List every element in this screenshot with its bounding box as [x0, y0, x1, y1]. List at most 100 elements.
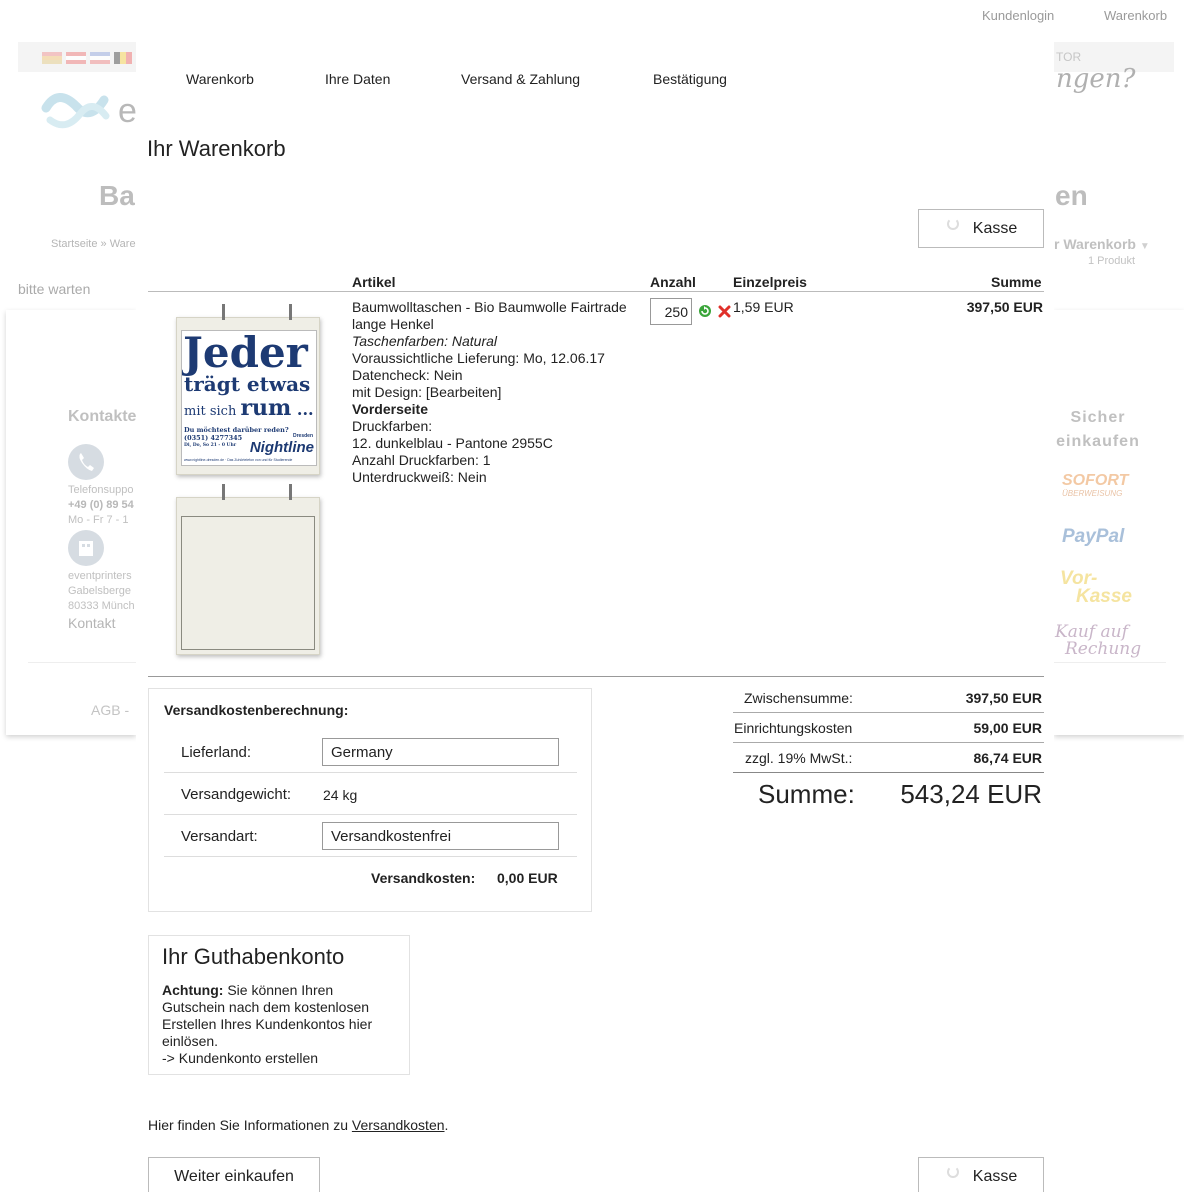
- company-city: 80333 Münch: [68, 600, 135, 612]
- loading-spinner-icon: [947, 218, 959, 230]
- credit-text: Achtung: Sie können Ihren Gutschein nach…: [162, 982, 402, 1067]
- flag-de-icon[interactable]: [42, 52, 62, 64]
- logo-letter: e: [118, 92, 137, 130]
- shipping-row-divider: [164, 772, 577, 773]
- weight-label: Versandgewicht:: [181, 786, 292, 803]
- shipping-row-divider: [164, 814, 577, 815]
- background-title-left: Ba: [99, 180, 135, 211]
- bag-print-brand-tag: Dresden: [292, 433, 313, 439]
- step-cart[interactable]: Warenkorb: [186, 71, 254, 87]
- refresh-icon[interactable]: [698, 304, 712, 321]
- bag-handle-left: [222, 484, 225, 500]
- bag-print-line3: mit sich rum ...: [184, 395, 314, 421]
- loading-spinner-icon: [947, 1166, 959, 1178]
- header-tagline-fragment: ngen?: [1056, 64, 1136, 94]
- item-color: Taschenfarben: Natural: [352, 333, 498, 349]
- contact-divider: [28, 662, 136, 663]
- step-your-data[interactable]: Ihre Daten: [325, 71, 390, 87]
- vat-label: zzgl. 19% MwSt.:: [745, 750, 853, 766]
- sofort-logo-sub: ÜBERWEISUNG: [1062, 489, 1123, 498]
- bag-print-line1: Jeder: [183, 330, 308, 377]
- country-label: Lieferland:: [181, 744, 252, 761]
- support-hours: Mo - Fr 7 - 1: [68, 514, 129, 526]
- paypal-logo: PayPal: [1062, 526, 1125, 547]
- flag-at-icon[interactable]: [66, 52, 86, 64]
- setup-cost-label: Einrichtungskosten: [734, 720, 853, 736]
- item-print-color: 12. dunkelblau - Pantone 2955C: [352, 435, 553, 451]
- remove-icon[interactable]: [718, 305, 731, 321]
- setup-cost-value: 59,00 EUR: [973, 720, 1042, 736]
- shipping-row-divider: [164, 856, 577, 857]
- product-image-front[interactable]: Jeder trägt etwas mit sich rum ... Du mö…: [176, 304, 320, 475]
- item-sum: 397,50 EUR: [966, 299, 1043, 315]
- continue-shopping-button[interactable]: Weiter einkaufen: [148, 1157, 320, 1192]
- bag-handle-right: [289, 484, 292, 500]
- shipping-cost-label: Versandkosten:: [371, 870, 476, 886]
- bag-handle-left: [222, 304, 225, 320]
- totals-divider: [733, 712, 1044, 713]
- item-unit-price: 1,59 EUR: [733, 299, 794, 315]
- mini-cart-label[interactable]: r Warenkorb ▼: [1054, 236, 1150, 252]
- product-image-back[interactable]: [176, 484, 320, 655]
- customer-login-link[interactable]: Kundenlogin: [982, 8, 1054, 23]
- checkout-button-top[interactable]: Kasse: [918, 209, 1044, 248]
- page-title: Ihr Warenkorb: [147, 136, 286, 161]
- bag-print-line2: trägt etwas: [184, 372, 311, 396]
- bag-handle-right: [289, 304, 292, 320]
- sofort-logo: SOFORT: [1062, 472, 1129, 489]
- footer-agb-link[interactable]: AGB -: [91, 702, 129, 718]
- totals-divider: [733, 742, 1044, 743]
- item-name-2: lange Henkel: [352, 316, 434, 332]
- background-title-right: en: [1055, 180, 1088, 211]
- item-description: Baumwolltaschen - Bio Baumwolle Fairtrad…: [352, 299, 642, 486]
- item-delivery: Voraussichtliche Lieferung: Mo, 12.06.17: [352, 350, 605, 366]
- table-bottom-divider: [148, 676, 1044, 677]
- credit-title: Ihr Guthabenkonto: [162, 944, 345, 969]
- item-name: Baumwolltaschen - Bio Baumwolle Fairtrad…: [352, 299, 627, 315]
- loading-text: bitte warten: [18, 281, 91, 297]
- company-icon: [68, 530, 104, 566]
- shipping-title: Versandkostenberechnung:: [164, 702, 349, 718]
- secure-heading: Sicher einkaufen: [1056, 409, 1140, 450]
- shipping-costs-link[interactable]: Versandkosten: [352, 1117, 445, 1133]
- item-underprint: Unterdruckweiß: Nein: [352, 469, 487, 485]
- contact-link[interactable]: Kontakt: [68, 615, 115, 631]
- step-shipping-payment[interactable]: Versand & Zahlung: [461, 71, 580, 87]
- create-account-link[interactable]: -> Kundenkonto erstellen: [162, 1050, 402, 1067]
- step-confirmation[interactable]: Bestätigung: [653, 71, 727, 87]
- company-street: Gabelsberge: [68, 585, 131, 597]
- shipping-info-text: Hier finden Sie Informationen zu Versand…: [148, 1117, 449, 1133]
- method-label: Versandart:: [181, 828, 258, 845]
- top-cart-link[interactable]: Warenkorb: [1104, 8, 1167, 23]
- breadcrumb[interactable]: Startseite » Waren: [51, 238, 142, 250]
- item-design[interactable]: mit Design: [Bearbeiten]: [352, 384, 642, 401]
- contact-heading: Kontakte: [68, 408, 137, 425]
- table-header-divider: [148, 291, 1044, 292]
- secure-divider: [1054, 662, 1166, 663]
- item-datacheck: Datencheck: Nein: [352, 367, 463, 383]
- flag-be-icon[interactable]: [114, 52, 132, 64]
- vat-value: 86,74 EUR: [973, 750, 1042, 766]
- rechnung-logo: Kauf auf Rechung: [1055, 622, 1142, 659]
- totals-divider: [733, 772, 1044, 773]
- shipping-cost-value: 0,00 EUR: [497, 870, 558, 886]
- country-select[interactable]: Germany: [322, 738, 559, 766]
- phone-number[interactable]: +49 (0) 89 54: [68, 499, 134, 511]
- weight-value: 24 kg: [323, 787, 358, 803]
- company-name: eventprinters: [68, 570, 132, 582]
- checkout-button-bottom[interactable]: Kasse: [918, 1157, 1044, 1192]
- vorkasse-logo: Vor- Kasse: [1060, 568, 1132, 607]
- quantity-input[interactable]: 250: [650, 298, 692, 325]
- bag-print-area: Jeder trägt etwas mit sich rum ... Du mö…: [181, 330, 317, 466]
- subtotal-value: 397,50 EUR: [965, 690, 1042, 706]
- bag-print-brand: Nightline: [249, 439, 314, 456]
- bag-print-url: www.nightline-dresden.de · Das Zuhörtele…: [184, 458, 293, 462]
- bag-back-print-area: [181, 516, 315, 650]
- column-unit-price: Einzelpreis: [733, 274, 807, 290]
- item-print-colors-label: Druckfarben:: [352, 418, 433, 434]
- grand-total-value: 543,24 EUR: [900, 779, 1042, 809]
- item-side: Vorderseite: [352, 401, 428, 417]
- logo-icon[interactable]: [40, 80, 112, 137]
- shipping-method-select[interactable]: Versandkostenfrei: [322, 822, 559, 850]
- flag-en-icon[interactable]: [90, 52, 110, 64]
